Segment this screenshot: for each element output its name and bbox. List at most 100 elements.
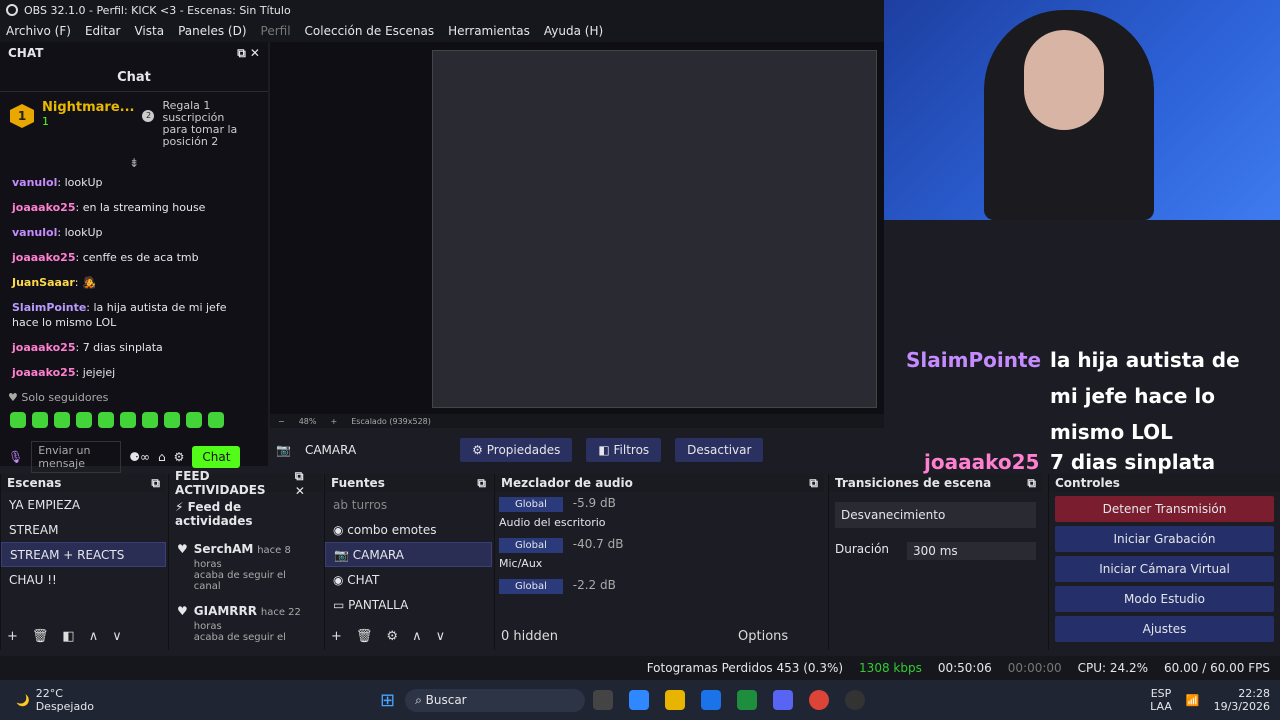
zoom-out-icon[interactable]: − (278, 417, 285, 426)
menu-paneles[interactable]: Paneles (D) (178, 24, 246, 38)
menu-vista[interactable]: Vista (134, 24, 164, 38)
scene-item[interactable]: YA EMPIEZA (1, 492, 166, 517)
transition-select[interactable]: Desvanecimiento (835, 502, 1036, 528)
taskbar: 🌙 22°C Despejado ⊞ ⌕ Buscar ESP LAA 📶 22:2… (0, 680, 1280, 720)
overlay-user: joaaako25 (924, 450, 1040, 474)
chat-message: JuanSaaar: 🧑‍🎤 (12, 276, 96, 289)
duration-row: Duración 300 ms (829, 538, 1042, 564)
undock-icon[interactable]: ⧉ (809, 476, 818, 491)
windows-start-icon[interactable]: ⊞ (380, 690, 395, 711)
store-icon[interactable]: ⌂ (158, 450, 166, 464)
chat-message: joaaako25: en la streaming house (12, 201, 206, 214)
weather-widget[interactable]: 🌙 22°C Despejado (0, 687, 380, 713)
task-view-icon[interactable] (593, 690, 614, 710)
obs-logo-icon (6, 4, 18, 16)
scene-item-selected[interactable]: STREAM + REACTS (1, 542, 166, 567)
up-arrow-icon[interactable]: ∧ (89, 629, 99, 644)
source-item-selected[interactable]: 📷 CAMARA (325, 542, 492, 567)
selected-source-name: CAMARA (304, 443, 357, 457)
heart-icon: ♥ (177, 542, 188, 556)
send-chat-button[interactable]: Chat (192, 446, 241, 468)
status-bar: Fotogramas Perdidos 453 (0.3%) 1308 kbps… (0, 656, 1280, 680)
chat-dock-title: CHAT (8, 46, 44, 60)
duration-input[interactable]: 300 ms (907, 542, 1036, 560)
emoji-icon[interactable]: ⚈∞ (129, 450, 150, 464)
discord-icon[interactable] (773, 690, 794, 710)
filter-icon[interactable]: ◧ (62, 629, 74, 644)
transitions-title: Transiciones de escena (835, 476, 992, 490)
menu-herramientas[interactable]: Herramientas (448, 24, 530, 38)
add-icon[interactable]: + (331, 629, 342, 644)
studio-mode-button[interactable]: Modo Estudio (1055, 586, 1274, 612)
dropped-frames: Fotogramas Perdidos 453 (0.3%) (646, 661, 844, 675)
app-icon[interactable] (629, 690, 650, 710)
scroll-down-icon[interactable]: ⇟ (0, 156, 268, 170)
mixer-channel: Global -2.2 dB (495, 574, 824, 596)
chrome-icon[interactable] (809, 690, 830, 710)
undock-icon[interactable]: ⧉ (477, 476, 486, 491)
wifi-icon[interactable]: 📶 (1186, 694, 1200, 707)
dock-close-icon[interactable]: ⧉ ✕ (237, 46, 260, 61)
mic-icon[interactable]: 🎙 (8, 450, 23, 464)
stop-stream-button[interactable]: Detener Transmisión (1055, 496, 1274, 522)
bitrate: 1308 kbps (859, 661, 922, 675)
chat-dock: CHAT ⧉ ✕ Chat 1 Nightmare... 1 2 Regala … (0, 42, 268, 473)
menu-ayuda[interactable]: Ayuda (H) (544, 24, 603, 38)
leader-name: Nightmare... (42, 100, 135, 115)
app-icon[interactable] (737, 690, 758, 710)
filters-button[interactable]: ◧ Filtros (586, 438, 662, 462)
properties-button[interactable]: ⚙ Propiedades (460, 438, 573, 462)
cpu: CPU: 24.2% (1077, 661, 1149, 675)
clock[interactable]: 22:28 19/3/2026 (1214, 687, 1270, 713)
chat-message: joaaako25: jejejej (12, 366, 116, 379)
chat-message: SlaimPointe: la hija autista de mi jefe … (12, 301, 227, 329)
file-explorer-icon[interactable] (665, 690, 686, 710)
chat-messages: vanulol: lookUp joaaako25: en la streami… (0, 170, 268, 385)
menu-archivo[interactable]: Archivo (F) (6, 24, 71, 38)
feed-dock: FEED ACTIVIDADES ⧉ ✕ ⚡ Feed de actividade… (168, 469, 322, 650)
settings-gear-icon[interactable]: ⚙ (174, 450, 185, 464)
obs-icon[interactable] (845, 690, 866, 710)
app-icon[interactable] (701, 690, 722, 710)
up-arrow-icon[interactable]: ∧ (412, 629, 422, 644)
rank-2-badge-icon: 2 (142, 110, 155, 122)
scene-item[interactable]: CHAU !! (1, 567, 166, 592)
menu-editar[interactable]: Editar (85, 24, 121, 38)
source-item[interactable]: ◉ CHAT (325, 567, 492, 592)
overlay-msg-text: la hija autista de mi jefe hace lo mismo… (1050, 348, 1240, 444)
overlay-msg-text: 7 dias sinplata (1050, 450, 1216, 474)
trash-icon[interactable]: 🗑 (32, 629, 49, 644)
add-icon[interactable]: + (7, 629, 18, 644)
trash-icon[interactable]: 🗑 (356, 629, 373, 644)
gear-icon[interactable]: ⚙ (386, 629, 398, 644)
preview-canvas[interactable] (270, 42, 884, 414)
close-icon[interactable]: ⧉ ✕ (295, 469, 316, 498)
search-box[interactable]: ⌕ Buscar (405, 688, 586, 712)
source-item[interactable]: ◉ combo emotes (325, 517, 492, 542)
scene-item[interactable]: STREAM (1, 517, 166, 542)
emote-icon: 🧑‍🎤 (82, 276, 96, 289)
zoom-level: 48% (298, 416, 317, 426)
down-arrow-icon[interactable]: ∨ (436, 629, 446, 644)
down-arrow-icon[interactable]: ∨ (112, 629, 122, 644)
window-titlebar: OBS 32.1.0 - Perfil: KICK <3 - Escenas: … (0, 0, 884, 20)
start-virtual-cam-button[interactable]: Iniciar Cámara Virtual (1055, 556, 1274, 582)
chat-message: joaaako25: 7 dias sinplata (12, 341, 163, 354)
menu-perfil[interactable]: Perfil (261, 24, 291, 38)
camera-icon: 📷 (276, 443, 291, 457)
deactivate-button[interactable]: Desactivar (675, 438, 764, 462)
start-recording-button[interactable]: Iniciar Grabación (1055, 526, 1274, 552)
undock-icon[interactable]: ⧉ (151, 476, 160, 491)
menu-coleccion[interactable]: Colección de Escenas (305, 24, 435, 38)
zoom-in-icon[interactable]: + (330, 417, 337, 426)
language-indicator[interactable]: ESP LAA (1150, 687, 1172, 713)
webcam-feed (884, 0, 1280, 220)
feed-heading: ⚡ Feed de actividades (175, 500, 253, 528)
settings-button[interactable]: Ajustes (1055, 616, 1274, 642)
options-button[interactable]: Options (738, 629, 788, 644)
undock-icon[interactable]: ⧉ (1027, 476, 1036, 491)
source-item[interactable]: ▭ PANTALLA (325, 592, 492, 617)
chat-input[interactable]: Enviar un mensaje (31, 441, 122, 473)
source-item[interactable]: ab turros (325, 492, 492, 517)
scenes-title: Escenas (7, 476, 62, 490)
